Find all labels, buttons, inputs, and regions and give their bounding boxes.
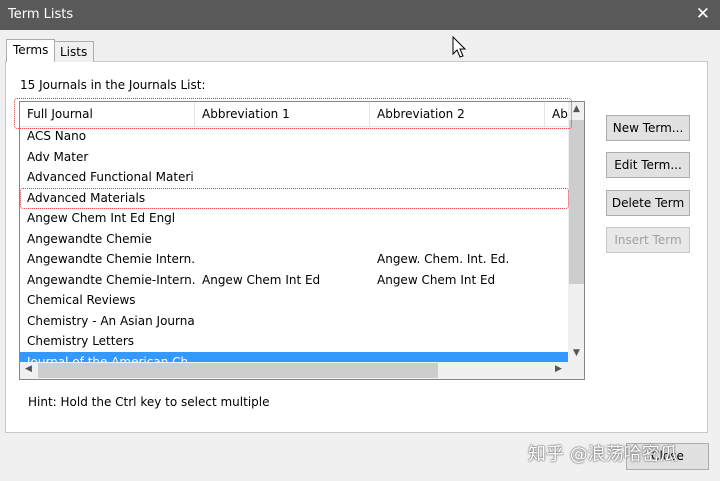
journal-list[interactable]: Full Journal Abbreviation 1 Abbreviation… — [19, 101, 585, 380]
list-item[interactable]: Angewandte Chemie-Intern... Angew Chem In… — [20, 270, 568, 291]
vertical-scroll-thumb[interactable] — [569, 120, 584, 284]
mouse-cursor-icon — [452, 36, 467, 58]
cell-full-journal: Angewandte Chemie-Intern... — [27, 272, 195, 287]
cell-full-journal: Chemical Reviews — [27, 293, 136, 307]
list-rows: ACS Nano Adv Mater Advanced Functional Mat… — [20, 126, 568, 372]
cell-full-journal: ACS Nano — [27, 129, 87, 143]
tab-lists[interactable]: Lists — [53, 41, 95, 62]
edit-term-button[interactable]: Edit Term... — [606, 152, 690, 178]
list-item[interactable]: Angewandte Chemie — [20, 229, 568, 250]
scrollbar-corner — [568, 362, 584, 379]
cell-full-journal: Angew Chem Int Ed Engl — [27, 211, 176, 225]
list-count-label: 15 Journals in the Journals List: — [20, 78, 206, 92]
hint-text: Hint: Hold the Ctrl key to select multip… — [28, 395, 270, 409]
new-term-button[interactable]: New Term... — [606, 115, 690, 141]
horizontal-scroll-thumb[interactable] — [38, 363, 438, 378]
cell-abbreviation-2: Angew Chem Int Ed — [377, 272, 496, 287]
vertical-scrollbar[interactable]: ▲ ▼ — [568, 102, 584, 362]
cell-full-journal: Angewandte Chemie Intern... — [27, 252, 195, 266]
scroll-down-arrow-icon[interactable]: ▼ — [568, 348, 584, 358]
delete-term-button[interactable]: Delete Term — [606, 190, 690, 216]
tab-terms[interactable]: Terms — [6, 39, 56, 62]
list-item[interactable]: Chemistry - An Asian Journal — [20, 311, 568, 332]
cell-abbreviation-2: Angew. Chem. Int. Ed. — [377, 252, 510, 266]
list-item[interactable]: Chemical Reviews — [20, 290, 568, 311]
horizontal-scrollbar[interactable]: ◀ ▶ — [20, 362, 568, 379]
cell-full-journal: Advanced Functional Materi... — [27, 170, 195, 184]
list-item[interactable]: Angew Chem Int Ed Engl — [20, 208, 568, 229]
insert-term-button: Insert Term — [606, 227, 690, 253]
cell-full-journal: Adv Mater — [27, 149, 89, 164]
watermark: 知乎 @浪荡哈密瓜 — [528, 444, 678, 465]
title-bar: Term Lists ✕ — [0, 0, 720, 30]
list-item[interactable]: ACS Nano — [20, 126, 568, 147]
row-highlight-annotation — [20, 188, 569, 209]
list-item[interactable]: Chemistry Letters — [20, 331, 568, 352]
list-item[interactable]: Adv Mater — [20, 147, 568, 168]
cell-abbreviation-1: Angew Chem Int Ed — [202, 272, 321, 287]
window-title: Term Lists — [8, 7, 74, 22]
cell-full-journal: Chemistry Letters — [27, 334, 135, 348]
scroll-right-arrow-icon[interactable]: ▶ — [555, 364, 562, 374]
scroll-left-arrow-icon[interactable]: ◀ — [25, 364, 32, 374]
list-item[interactable]: Angewandte Chemie Intern... Angew. Chem. … — [20, 249, 568, 270]
cell-full-journal: Angewandte Chemie — [27, 231, 152, 246]
header-highlight-annotation — [14, 98, 572, 129]
cell-full-journal: Chemistry - An Asian Journal — [27, 313, 195, 328]
list-item[interactable]: Advanced Functional Materi... — [20, 167, 568, 188]
close-icon[interactable]: ✕ — [696, 4, 710, 24]
